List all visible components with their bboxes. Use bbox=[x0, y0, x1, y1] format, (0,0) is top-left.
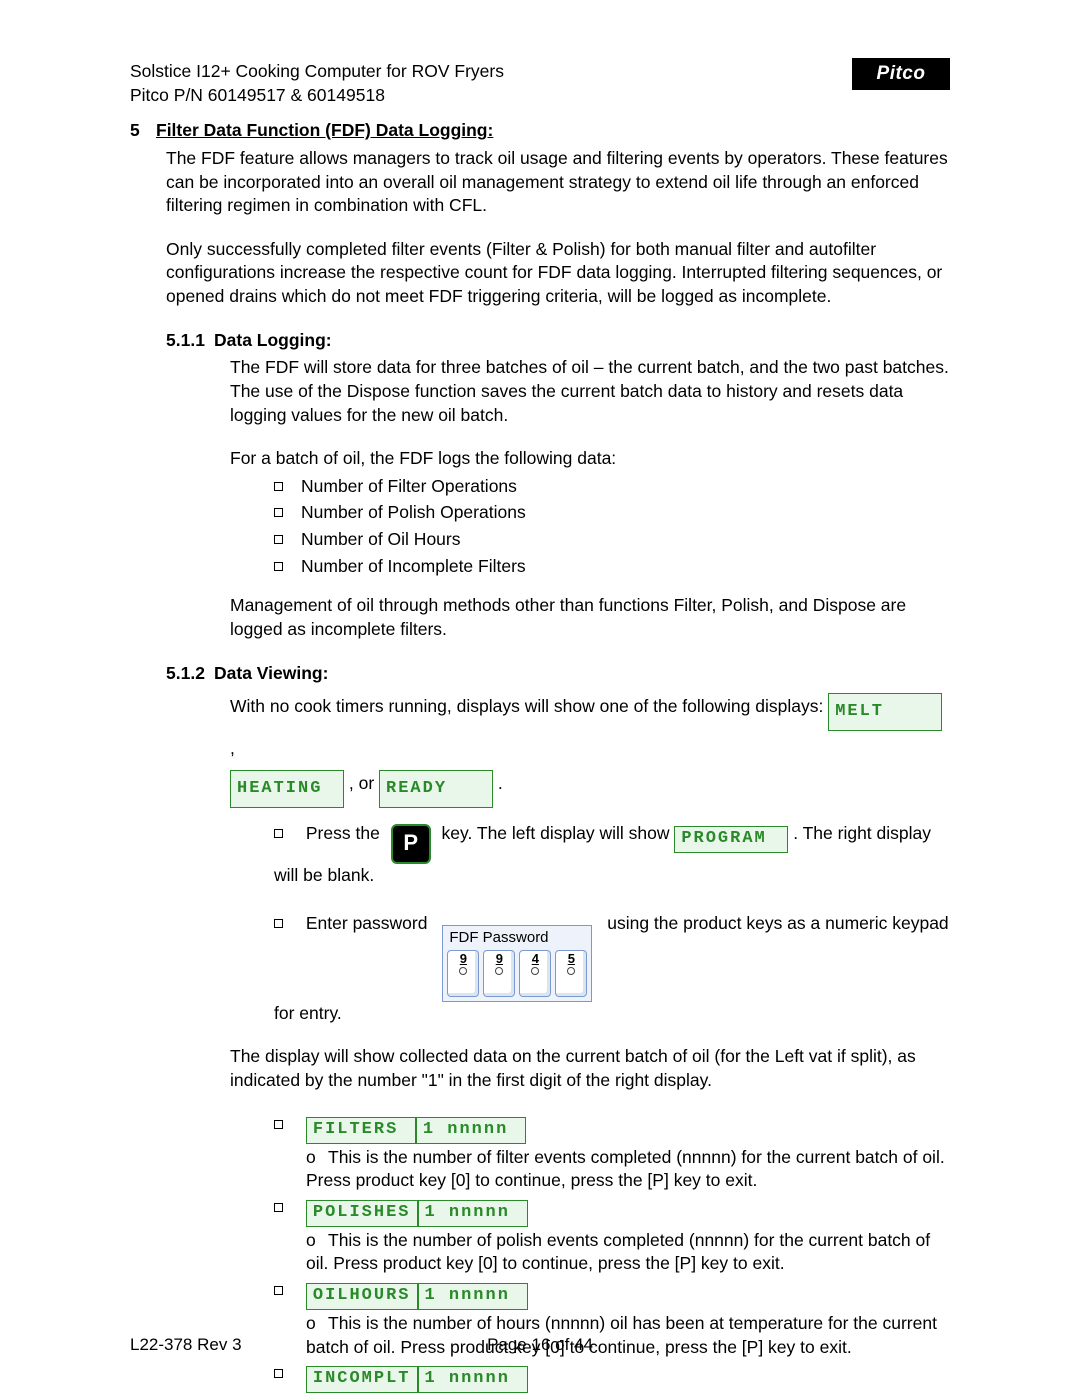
list-item: Number of Filter Operations bbox=[274, 475, 950, 499]
section-para-2: Only successfully completed filter event… bbox=[166, 238, 950, 309]
page: Solstice I12+ Cooking Computer for ROV F… bbox=[0, 0, 1080, 1397]
doc-title-line-1: Solstice I12+ Cooking Computer for ROV F… bbox=[130, 60, 950, 84]
subsection-title: Data Viewing: bbox=[214, 662, 328, 686]
digit: 9 bbox=[460, 951, 467, 966]
password-key: 9 bbox=[447, 950, 479, 997]
pitco-logo-text: Pitco bbox=[877, 61, 926, 87]
text: Enter password bbox=[306, 913, 428, 933]
text: Press the bbox=[306, 823, 385, 843]
text: With no cook timers running, displays wi… bbox=[230, 696, 828, 716]
p-key-icon: P bbox=[391, 824, 431, 864]
data-item: INCOMPLT1 nnnnn bbox=[274, 1362, 950, 1393]
password-keys: 9 9 4 5 bbox=[447, 950, 587, 997]
section-number: 5 bbox=[130, 119, 156, 143]
lcd-program: PROGRAM bbox=[674, 826, 788, 853]
text: , or bbox=[349, 773, 379, 793]
text: key. The left display will show bbox=[442, 823, 675, 843]
sub2-result-intro: The display will show collected data on … bbox=[230, 1045, 950, 1092]
data-item-desc-list: This is the number of filter events comp… bbox=[306, 1146, 950, 1193]
subsection-number: 5.1.2 bbox=[166, 662, 214, 686]
footer-center: Page 16 of 44 bbox=[130, 1334, 950, 1357]
password-key: 5 bbox=[555, 950, 587, 997]
list-item: Number of Incomplete Filters bbox=[274, 555, 950, 579]
subsection-5-1-2-heading: 5.1.2 Data Viewing: bbox=[166, 662, 950, 686]
subsection-5-1-1-heading: 5.1.1 Data Logging: bbox=[166, 329, 950, 353]
lcd-right: 1 nnnnn bbox=[418, 1366, 528, 1393]
section-title: Filter Data Function (FDF) Data Logging: bbox=[156, 119, 493, 143]
list-item: Number of Polish Operations bbox=[274, 501, 950, 525]
list-item: Number of Oil Hours bbox=[274, 528, 950, 552]
lcd-right: 1 nnnnn bbox=[418, 1200, 528, 1227]
lcd-melt: MELT bbox=[828, 693, 942, 731]
digit: 9 bbox=[496, 951, 503, 966]
lcd-ready: READY bbox=[379, 770, 493, 808]
lcd-right: 1 nnnnn bbox=[416, 1117, 526, 1144]
data-item: FILTERS1 nnnnn This is the number of fil… bbox=[274, 1113, 950, 1193]
subsection-title: Data Logging: bbox=[214, 329, 332, 353]
digit: 5 bbox=[568, 951, 575, 966]
data-item-desc-list: This is the number of polish events comp… bbox=[306, 1229, 950, 1276]
sub1-p2: For a batch of oil, the FDF logs the fol… bbox=[230, 447, 950, 471]
digit: 4 bbox=[532, 951, 539, 966]
text: , bbox=[230, 738, 235, 758]
step-press-p: Press the P key. The left display will s… bbox=[274, 822, 950, 888]
lcd-left: OILHOURS bbox=[306, 1283, 418, 1310]
sub2-intro: With no cook timers running, displays wi… bbox=[230, 689, 950, 808]
subsection-number: 5.1.1 bbox=[166, 329, 214, 353]
password-key: 9 bbox=[483, 950, 515, 997]
doc-title-line-2: Pitco P/N 60149517 & 60149518 bbox=[130, 84, 950, 108]
doc-header: Solstice I12+ Cooking Computer for ROV F… bbox=[130, 60, 950, 107]
text: . bbox=[498, 773, 503, 793]
data-item-desc: This is the number of polish events comp… bbox=[306, 1229, 950, 1276]
subsection-5-1-2-body: With no cook timers running, displays wi… bbox=[230, 689, 950, 1393]
lcd-heating: HEATING bbox=[230, 770, 344, 808]
password-key: 4 bbox=[519, 950, 551, 997]
sub1-p3: Management of oil through methods other … bbox=[230, 594, 950, 641]
pitco-logo: Pitco bbox=[852, 58, 950, 90]
text: This is the number of polish events comp… bbox=[306, 1230, 930, 1274]
section-para-1: The FDF feature allows managers to track… bbox=[166, 147, 950, 218]
sub2-steps: Press the P key. The left display will s… bbox=[274, 822, 950, 1025]
password-caption: FDF Password bbox=[449, 928, 585, 948]
data-item: POLISHES1 nnnnn This is the number of po… bbox=[274, 1196, 950, 1276]
lcd-left: POLISHES bbox=[306, 1200, 418, 1227]
text: This is the number of filter events comp… bbox=[306, 1147, 945, 1191]
lcd-right: 1 nnnnn bbox=[418, 1283, 528, 1310]
step-enter-password: Enter password FDF Password 9 9 4 5 usin… bbox=[274, 912, 950, 1026]
page-footer: L22-378 Rev 3 Page 16 of 44 bbox=[130, 1334, 950, 1357]
data-item-desc: This is the number of filter events comp… bbox=[306, 1146, 950, 1193]
sub1-p1: The FDF will store data for three batche… bbox=[230, 356, 950, 427]
section-body: The FDF feature allows managers to track… bbox=[166, 147, 950, 1393]
lcd-left: FILTERS bbox=[306, 1117, 416, 1144]
subsection-5-1-1-body: The FDF will store data for three batche… bbox=[230, 356, 950, 641]
section-heading: 5 Filter Data Function (FDF) Data Loggin… bbox=[130, 119, 950, 143]
lcd-left: INCOMPLT bbox=[306, 1366, 418, 1393]
password-box: FDF Password 9 9 4 5 bbox=[442, 925, 592, 1002]
sub1-list: Number of Filter Operations Number of Po… bbox=[274, 475, 950, 579]
